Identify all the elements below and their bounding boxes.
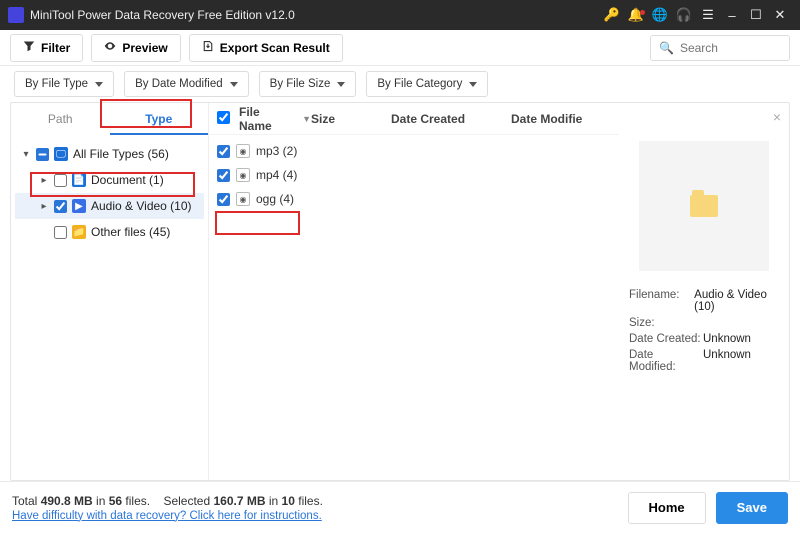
toolbar: Filter Preview Export Scan Result 🔍 bbox=[0, 30, 800, 66]
help-link[interactable]: Have difficulty with data recovery? Clic… bbox=[12, 510, 323, 522]
row-checkbox[interactable] bbox=[217, 169, 230, 182]
tree-label: Audio & Video (10) bbox=[91, 199, 192, 213]
checkbox-other[interactable] bbox=[54, 226, 67, 239]
row-label: mp4 (4) bbox=[256, 168, 297, 182]
details-panel: × Filename:Audio & Video (10) Size: Date… bbox=[619, 103, 789, 480]
tree-node-document[interactable]: ▸ 📄 Document (1) bbox=[15, 167, 204, 193]
folder-icon bbox=[690, 195, 718, 217]
chevron-right-icon: ▸ bbox=[39, 201, 49, 212]
meta-key: Date Created: bbox=[629, 333, 703, 345]
chevron-down-icon bbox=[95, 82, 103, 87]
filter-filecategory[interactable]: By File Category bbox=[366, 71, 488, 97]
tabs: Path Type bbox=[11, 103, 208, 135]
filter-icon bbox=[23, 40, 35, 55]
document-icon: 📄 bbox=[72, 173, 86, 187]
tab-type[interactable]: Type bbox=[110, 103, 209, 135]
header-datecreated[interactable]: Date Created bbox=[391, 112, 511, 126]
search-icon: 🔍 bbox=[659, 41, 674, 55]
chevron-down-icon bbox=[469, 82, 477, 87]
meta-key: Size: bbox=[629, 317, 703, 329]
main-panel: Path Type ▾ 🖵 All File Types (56) ▸ 📄 Do… bbox=[10, 102, 790, 481]
bell-icon[interactable]: 🔔 bbox=[624, 7, 648, 23]
checkbox-all[interactable] bbox=[36, 148, 49, 161]
export-icon bbox=[202, 40, 214, 55]
row-label: mp3 (2) bbox=[256, 144, 297, 158]
chevron-down-icon bbox=[337, 82, 345, 87]
file-icon: 📁 bbox=[72, 225, 86, 239]
save-button[interactable]: Save bbox=[716, 492, 788, 524]
meta-value: Unknown bbox=[703, 349, 751, 373]
minimize-icon[interactable]: – bbox=[720, 8, 744, 23]
checkbox-doc[interactable] bbox=[54, 174, 67, 187]
preview-label: Preview bbox=[122, 41, 167, 55]
maximize-icon[interactable]: ☐ bbox=[744, 7, 768, 23]
row-checkbox[interactable] bbox=[217, 145, 230, 158]
search-box[interactable]: 🔍 bbox=[650, 35, 790, 61]
file-tree: ▾ 🖵 All File Types (56) ▸ 📄 Document (1)… bbox=[11, 135, 208, 251]
footer: Total 490.8 MB in 56 files. Selected 160… bbox=[0, 481, 800, 533]
menu-icon[interactable]: ☰ bbox=[696, 7, 720, 23]
row-label: ogg (4) bbox=[256, 192, 294, 206]
filter-label: Filter bbox=[41, 41, 70, 55]
header-size[interactable]: Size bbox=[311, 112, 391, 126]
file-list: File Name▼ Size Date Created Date Modifi… bbox=[209, 103, 619, 480]
chevron-down-icon: ▾ bbox=[21, 149, 31, 160]
preview-thumbnail bbox=[639, 141, 769, 271]
app-logo-icon bbox=[8, 7, 24, 23]
close-icon[interactable]: ✕ bbox=[768, 7, 792, 23]
header-datemodified[interactable]: Date Modifie bbox=[511, 112, 611, 126]
window-title: MiniTool Power Data Recovery Free Editio… bbox=[30, 8, 600, 22]
tab-path[interactable]: Path bbox=[11, 103, 110, 135]
checkbox-selectall[interactable] bbox=[217, 111, 230, 124]
tree-label: All File Types (56) bbox=[73, 147, 169, 161]
filetype-icon: ◉ bbox=[236, 192, 250, 206]
checkbox-av[interactable] bbox=[54, 200, 67, 213]
meta-value: Audio & Video (10) bbox=[694, 289, 779, 313]
filetype-icon: ◉ bbox=[236, 144, 250, 158]
column-headers: File Name▼ Size Date Created Date Modifi… bbox=[209, 103, 619, 135]
globe-icon[interactable]: 🌐 bbox=[648, 7, 672, 23]
key-icon[interactable]: 🔑 bbox=[600, 7, 624, 23]
filter-datemodified[interactable]: By Date Modified bbox=[124, 71, 249, 97]
list-item[interactable]: ◉ mp4 (4) bbox=[217, 163, 611, 187]
search-input[interactable] bbox=[680, 41, 780, 55]
monitor-icon: 🖵 bbox=[54, 147, 68, 161]
filter-button[interactable]: Filter bbox=[10, 34, 83, 62]
meta-key: Date Modified: bbox=[629, 349, 703, 373]
list-item[interactable]: ◉ ogg (4) bbox=[217, 187, 611, 211]
meta-key: Filename: bbox=[629, 289, 694, 313]
headset-icon[interactable]: 🎧 bbox=[672, 7, 696, 23]
row-checkbox[interactable] bbox=[217, 193, 230, 206]
tree-node-audiovideo[interactable]: ▸ ▶ Audio & Video (10) bbox=[15, 193, 204, 219]
filter-filetype[interactable]: By File Type bbox=[14, 71, 114, 97]
eye-icon bbox=[104, 40, 116, 55]
video-icon: ▶ bbox=[72, 199, 86, 213]
filetype-icon: ◉ bbox=[236, 168, 250, 182]
export-button[interactable]: Export Scan Result bbox=[189, 34, 343, 62]
export-label: Export Scan Result bbox=[220, 41, 330, 55]
home-button[interactable]: Home bbox=[628, 492, 706, 524]
filter-bar: By File Type By Date Modified By File Si… bbox=[0, 66, 800, 102]
tree-node-other[interactable]: 📁 Other files (45) bbox=[15, 219, 204, 245]
tree-label: Other files (45) bbox=[91, 225, 170, 239]
list-item[interactable]: ◉ mp3 (2) bbox=[217, 139, 611, 163]
tree-node-all[interactable]: ▾ 🖵 All File Types (56) bbox=[15, 141, 204, 167]
meta-value: Unknown bbox=[703, 333, 751, 345]
filter-filesize[interactable]: By File Size bbox=[259, 71, 357, 97]
totals-text: Total 490.8 MB in 56 files. Selected 160… bbox=[12, 494, 323, 508]
tree-label: Document (1) bbox=[91, 173, 164, 187]
title-bar: MiniTool Power Data Recovery Free Editio… bbox=[0, 0, 800, 30]
left-column: Path Type ▾ 🖵 All File Types (56) ▸ 📄 Do… bbox=[11, 103, 209, 480]
header-filename[interactable]: File Name▼ bbox=[239, 105, 311, 133]
chevron-down-icon bbox=[230, 82, 238, 87]
preview-button[interactable]: Preview bbox=[91, 34, 180, 62]
sort-icon: ▼ bbox=[302, 114, 311, 124]
close-panel-icon[interactable]: × bbox=[773, 109, 781, 125]
chevron-right-icon: ▸ bbox=[39, 175, 49, 186]
